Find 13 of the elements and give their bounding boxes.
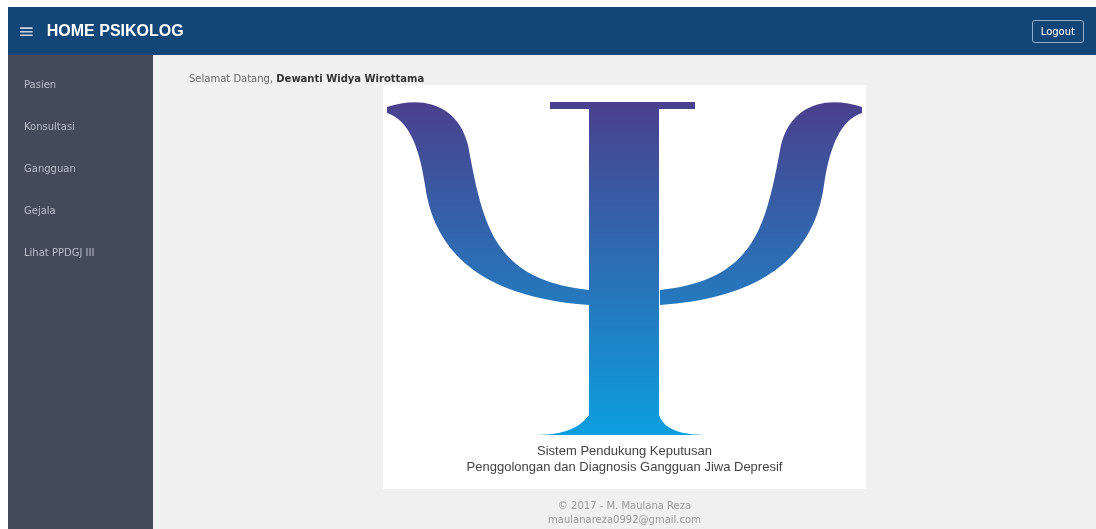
footer-text: © 2017 - M. Maulana Reza [556, 499, 693, 513]
menu-icon[interactable]: ≡ [18, 21, 35, 41]
sidebar-item[interactable]: Gangguan [8, 163, 153, 205]
sidebar-item[interactable]: Pasien [8, 79, 153, 121]
sidebar-item[interactable]: Gejala [8, 205, 153, 247]
banner-caption: Sistem Pendukung Keputusan [537, 443, 712, 459]
logout-button[interactable]: Logout [1031, 19, 1084, 43]
sidebar-item[interactable]: Lihat PPDGJ III [8, 247, 153, 289]
welcome-text: Selamat Datang, Dewanti Widya Wirottama [189, 73, 425, 85]
sidebar-item[interactable]: Konsultasi [8, 121, 153, 163]
app-title: HOME PSIKOLOG [46, 22, 184, 40]
footer-text: maulanareza0992@gmail.com [548, 513, 701, 527]
banner-caption: Penggolongan dan Diagnosis Gangguan Jiwa Depresif [466, 459, 783, 475]
